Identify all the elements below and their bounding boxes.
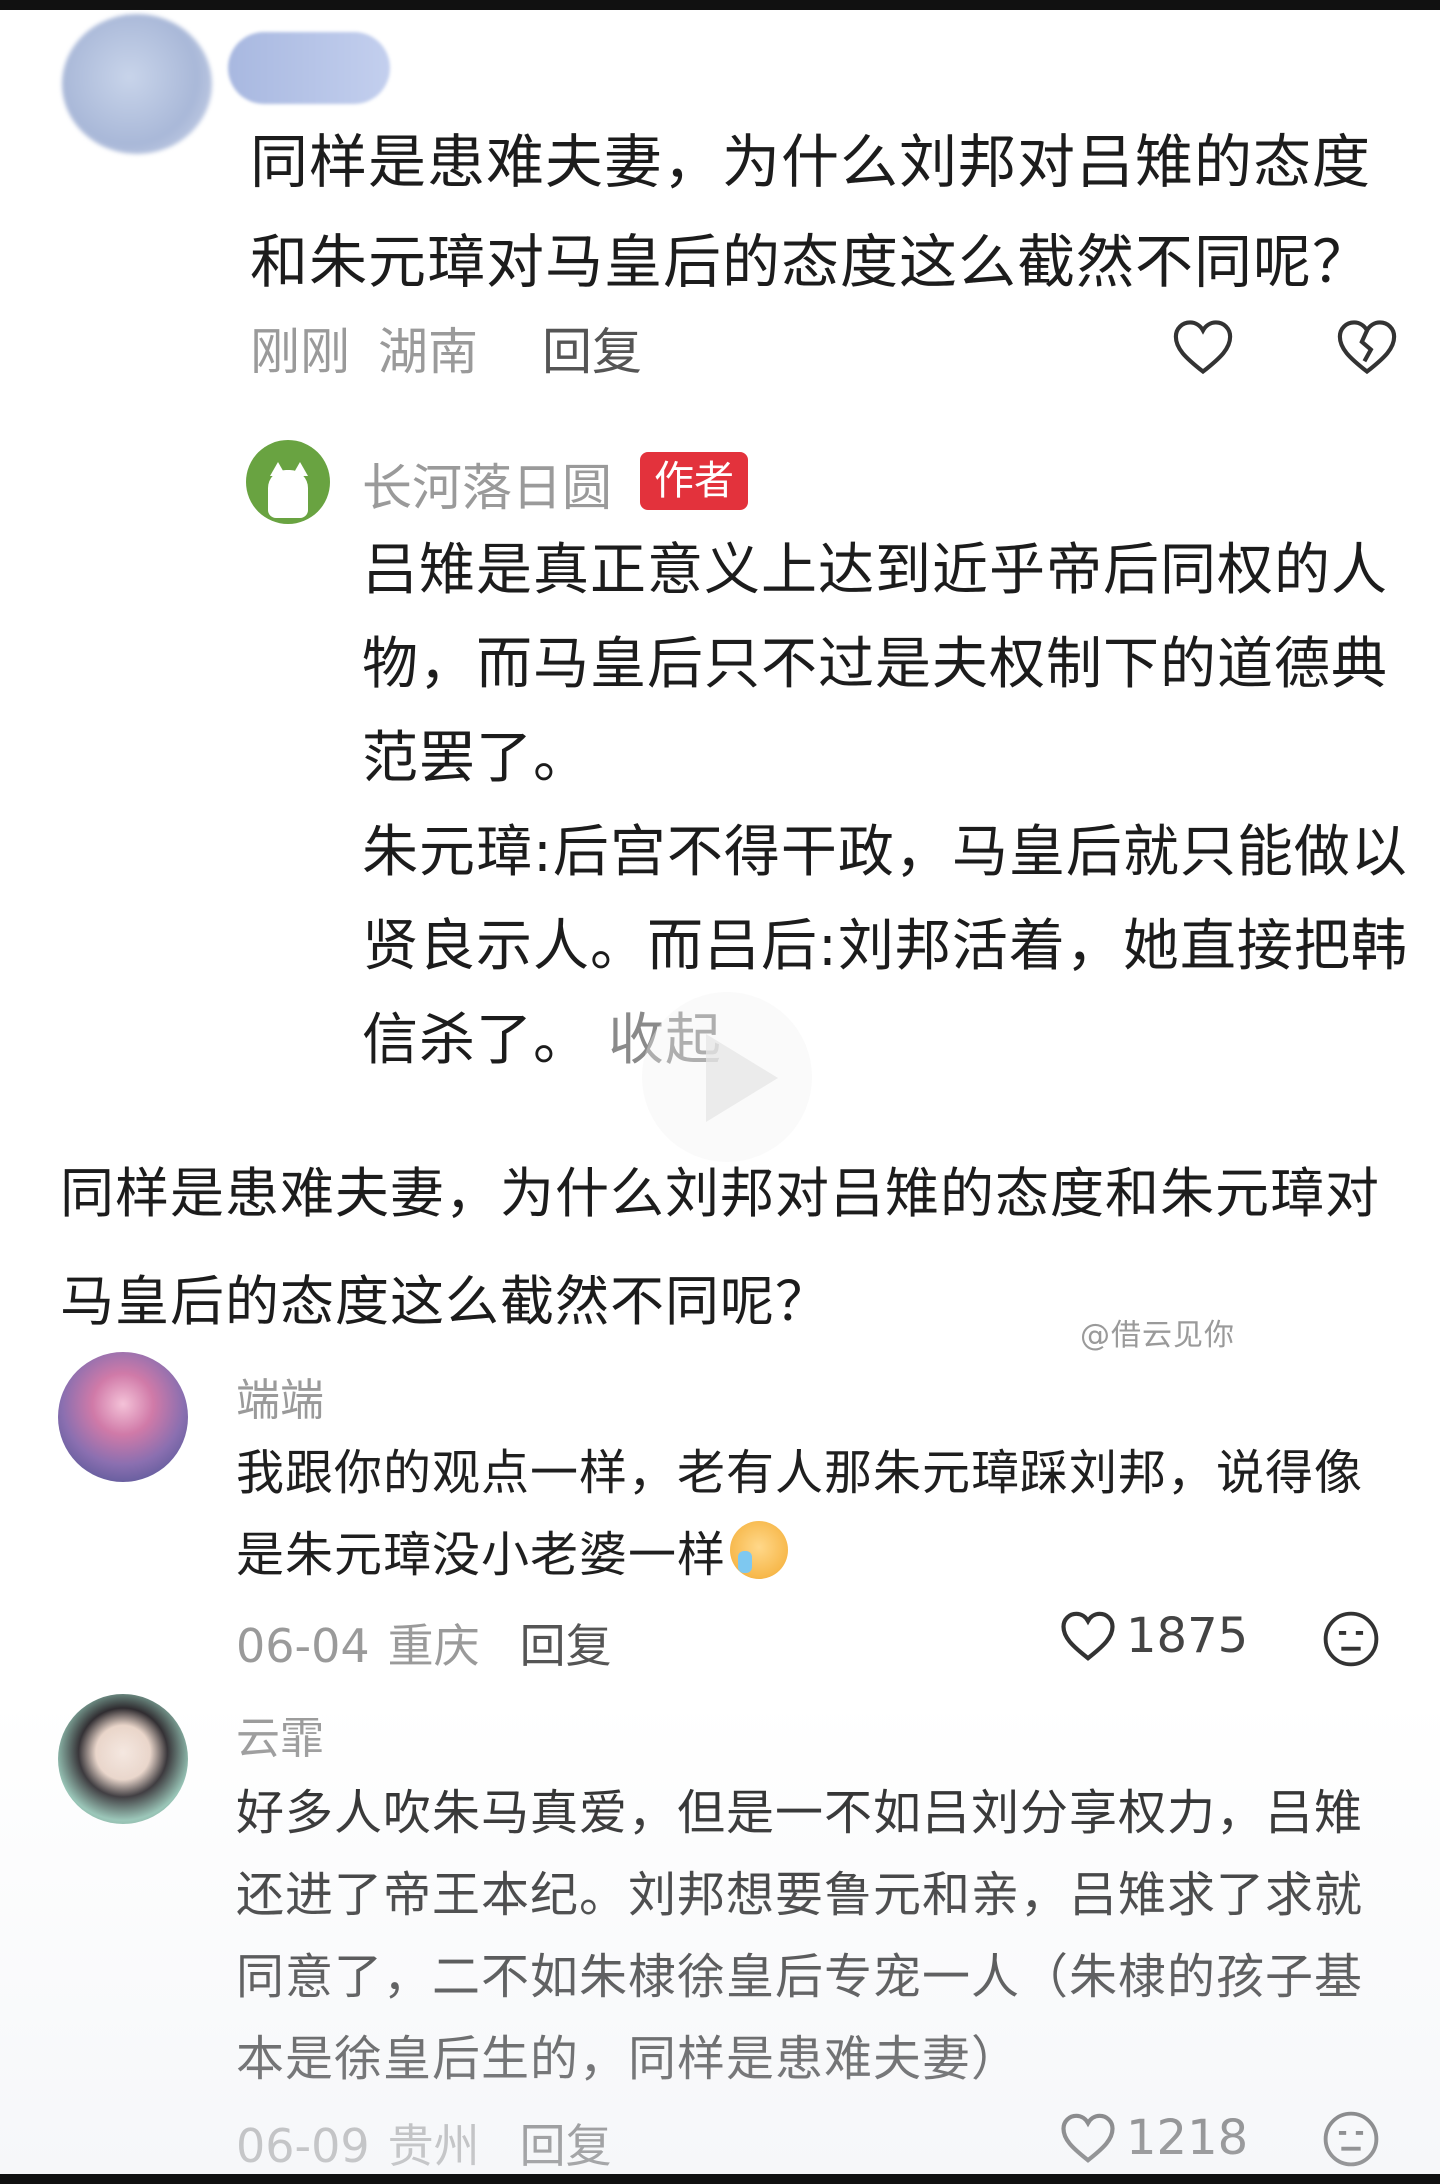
comment-location: 贵州: [387, 2119, 480, 2173]
comment-meta: 06-04 重庆 回复: [236, 1610, 612, 1676]
like-heart-icon[interactable]: [1172, 318, 1234, 376]
crying-emoji-icon: [730, 1521, 789, 1579]
author-reply-paragraph-1: 吕雉是真正意义上达到近乎帝后同权的人物，而马皇后只不过是夫权制下的道德典范罢了。: [362, 538, 1388, 791]
heart-icon: [1061, 1611, 1115, 1661]
like-button[interactable]: 1218: [1060, 2110, 1248, 2166]
avatar[interactable]: [58, 1694, 188, 1824]
username-blurred: [228, 32, 390, 104]
comment-location: 重庆: [387, 1619, 480, 1673]
watermark: @借云见你: [1080, 1318, 1235, 1353]
comment-date: 06-09: [236, 2119, 370, 2173]
comment-text: 好多人吹朱马真爱，但是一不如吕刘分享权力，吕雉还进了帝王本纪。刘邦想要鲁元和亲，…: [236, 1785, 1364, 2087]
top-border: [0, 0, 1440, 10]
reply-button[interactable]: 回复: [542, 323, 642, 381]
like-count: 1875: [1126, 1608, 1249, 1664]
like-count: 1218: [1126, 2110, 1249, 2166]
author-name[interactable]: 长河落日圆: [362, 448, 612, 520]
play-icon[interactable]: [642, 992, 812, 1162]
comment-text: 同样是患难夫妻，为什么刘邦对吕雉的态度和朱元璋对马皇后的态度这么截然不同呢？: [250, 128, 1372, 296]
like-button[interactable]: 1875: [1060, 1608, 1248, 1664]
comment-meta: 刚刚 湖南 回复: [250, 312, 670, 384]
comment-location: 湖南: [378, 323, 478, 381]
dislike-face-icon[interactable]: [1322, 2110, 1380, 2168]
author-reply-paragraph-2: 朱元璋:后宫不得干政，马皇后就只能做以贤良示人。而吕后:刘邦活着，她直接把韩信杀…: [362, 806, 1422, 1088]
commenter-name[interactable]: 云霏: [236, 1702, 324, 1766]
dislike-face-icon[interactable]: [1322, 1610, 1380, 1668]
avatar[interactable]: [62, 14, 212, 154]
bottom-border: [0, 2174, 1440, 2184]
commenter-name[interactable]: 端端: [236, 1364, 324, 1428]
author-reply-paragraph-2-text: 朱元璋:后宫不得干政，马皇后就只能做以贤良示人。而吕后:刘邦活着，她直接把韩信杀…: [362, 820, 1408, 1073]
author-avatar[interactable]: [246, 440, 330, 524]
author-reply-text: 吕雉是真正意义上达到近乎帝后同权的人物，而马皇后只不过是夫权制下的道德典范罢了。…: [362, 524, 1422, 1088]
heart-icon: [1061, 2113, 1115, 2163]
author-badge: 作者: [640, 452, 748, 510]
comment-time: 刚刚: [250, 323, 350, 381]
comment-date: 06-04: [236, 1619, 370, 1673]
reply-button[interactable]: 回复: [520, 1619, 612, 1673]
comment-meta: 06-09 贵州 回复: [236, 2110, 612, 2176]
dislike-broken-heart-icon[interactable]: [1336, 318, 1398, 376]
comment-body: 我跟你的观点一样，老有人那朱元璋踩刘邦，说得像是朱元璋没小老婆一样: [236, 1445, 1364, 1583]
avatar[interactable]: [58, 1352, 188, 1482]
comment-text: 我跟你的观点一样，老有人那朱元璋踩刘邦，说得像是朱元璋没小老婆一样: [236, 1432, 1386, 1596]
reply-button[interactable]: 回复: [520, 2119, 612, 2173]
